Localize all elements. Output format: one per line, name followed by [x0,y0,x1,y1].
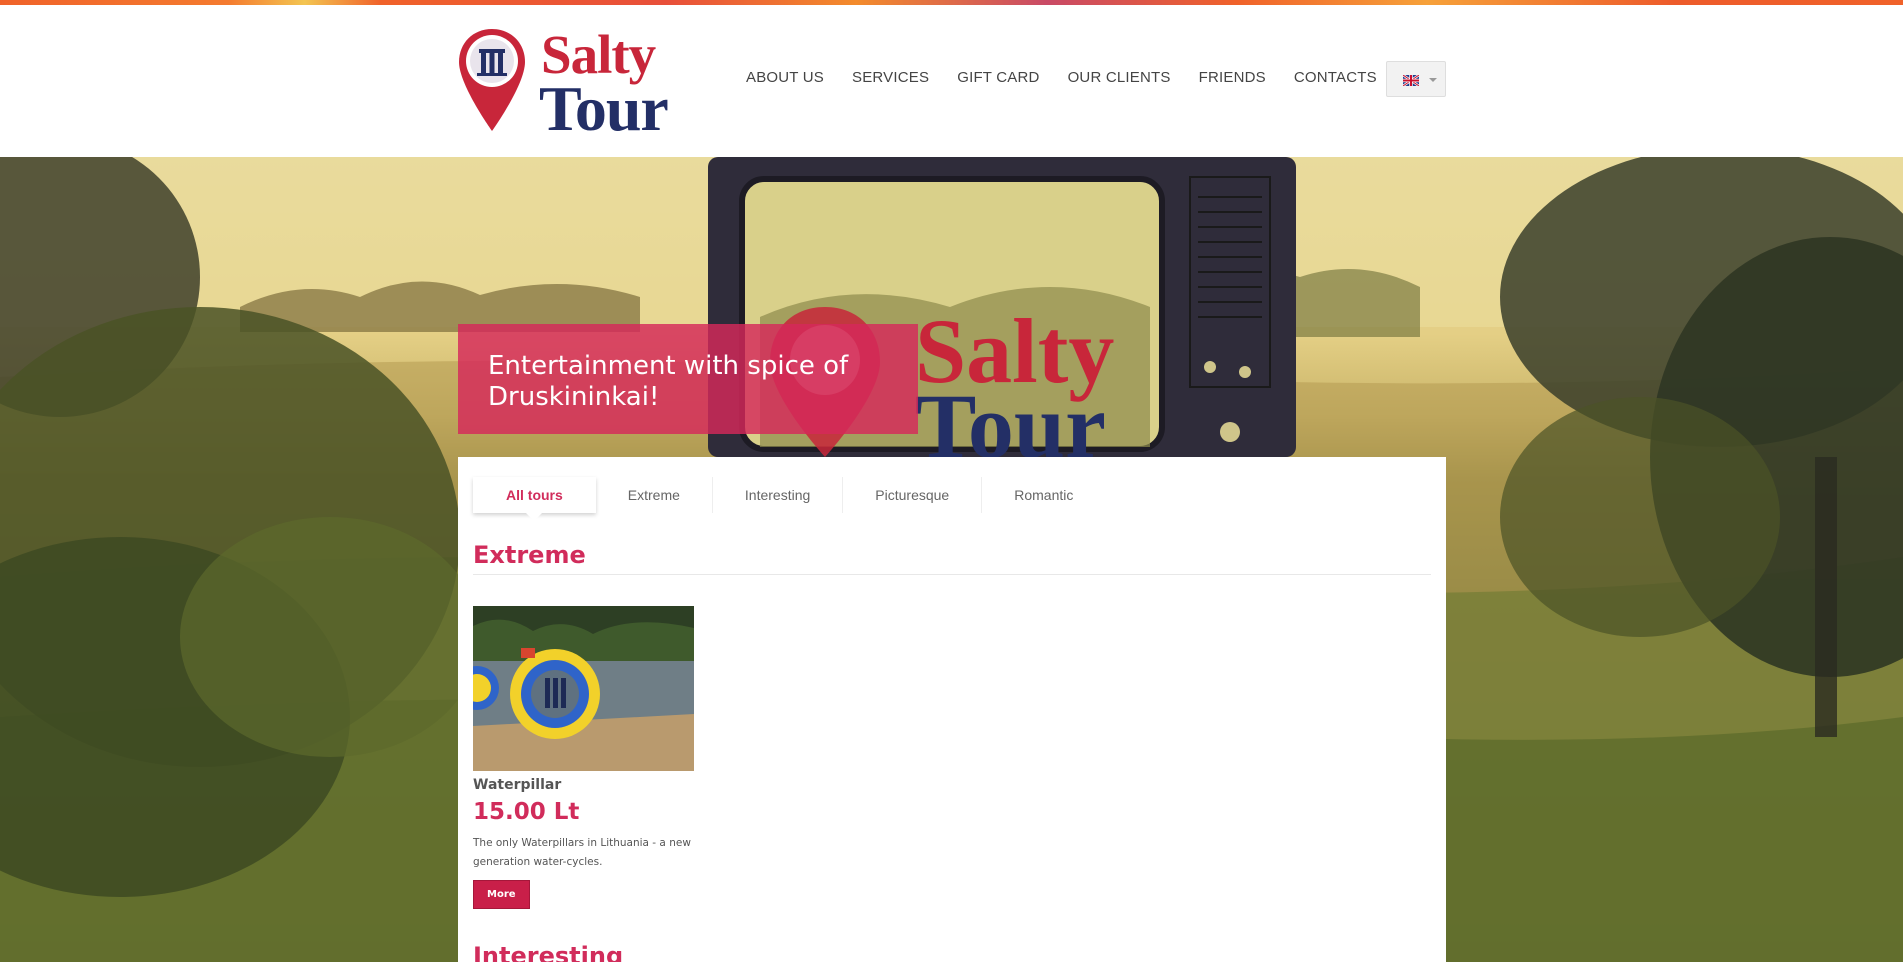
chevron-down-icon [1429,78,1437,82]
tour-name[interactable]: Waterpillar [473,777,695,793]
more-button[interactable]: More [473,880,530,909]
location-pin-icon [459,29,525,131]
tour-description: The only Waterpillars in Lithuania - a n… [473,837,691,868]
tab-extreme[interactable]: Extreme [596,477,713,513]
logo-word-tour: Tour [539,73,669,144]
tours-panel: All tours Extreme Interesting Picturesqu… [458,457,1446,962]
nav-contacts[interactable]: CONTACTS [1294,69,1377,86]
section-title-interesting: Interesting [473,942,624,962]
tab-interesting[interactable]: Interesting [713,477,844,513]
section-title-extreme: Extreme [473,541,586,569]
language-selector[interactable] [1386,61,1446,97]
nav-about-us[interactable]: ABOUT US [746,69,824,86]
nav-gift-card[interactable]: GIFT CARD [957,69,1039,86]
tour-card-image[interactable] [473,606,694,771]
tour-card: Waterpillar 15.00 Lt The only Waterpilla… [473,606,695,909]
tour-price: 15.00 Lt [473,799,580,825]
tab-picturesque[interactable]: Picturesque [843,477,983,513]
waterpillar-photo [473,606,694,771]
nav-friends[interactable]: FRIENDS [1199,69,1266,86]
nav-our-clients[interactable]: OUR CLIENTS [1068,69,1171,86]
nav-services[interactable]: SERVICES [852,69,929,86]
tab-all-tours[interactable]: All tours [473,477,596,521]
site-header: Salty Tour ABOUT US SERVICES GIFT CARD O… [0,5,1903,157]
uk-flag-icon [1403,75,1419,86]
main-nav: ABOUT US SERVICES GIFT CARD OUR CLIENTS … [746,69,1405,86]
tab-romantic[interactable]: Romantic [982,477,1105,513]
hero-tagline: Entertainment with spice of Druskininkai… [458,324,918,434]
section-divider [473,574,1431,575]
tour-category-tabs: All tours Extreme Interesting Picturesqu… [473,477,1105,521]
site-logo[interactable]: Salty Tour [457,27,687,144]
